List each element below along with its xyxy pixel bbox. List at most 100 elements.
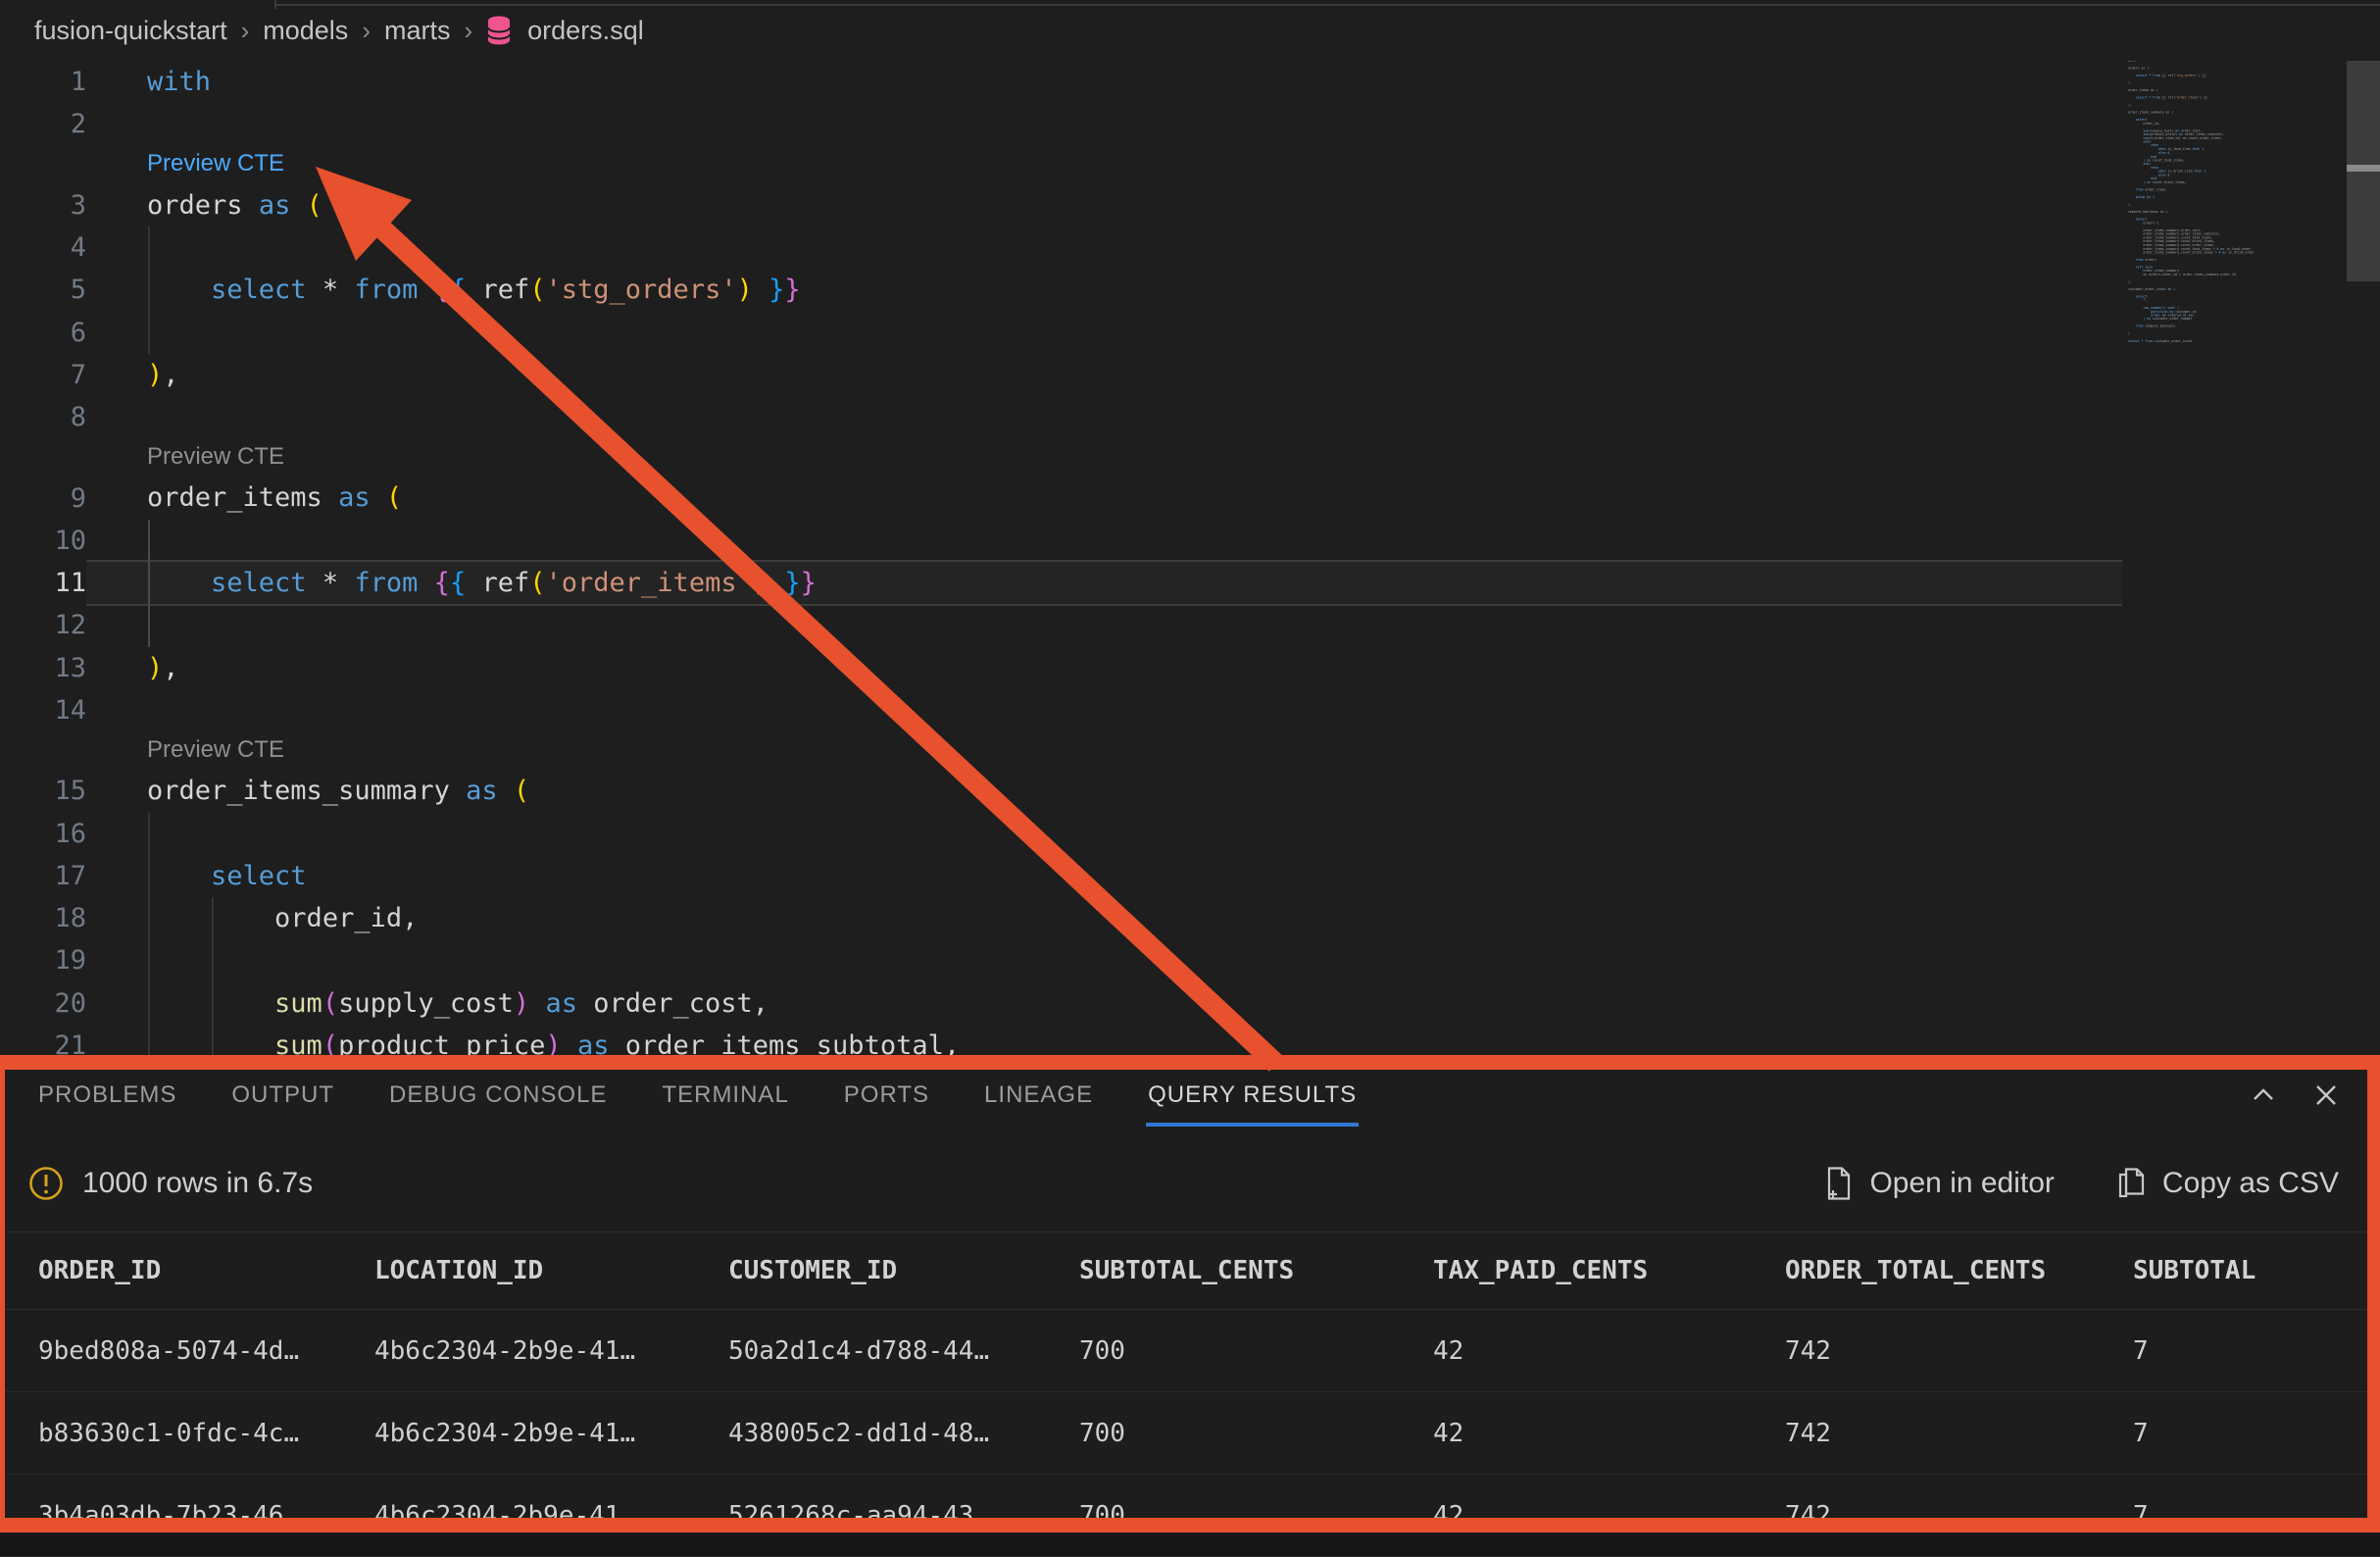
table-cell: 4b6c2304-2b9e-41 [374, 1501, 728, 1531]
code-token [147, 275, 211, 305]
code-line[interactable]: order_id, [86, 897, 2380, 939]
code-token [609, 1030, 624, 1055]
code-token: 'stg_orders' [546, 275, 737, 305]
code-token: 'order_items' [546, 568, 753, 598]
panel-tab-label: OUTPUT [231, 1081, 334, 1109]
table-cell: 7 [2133, 1336, 2380, 1366]
breadcrumb-separator-icon: › [241, 16, 250, 46]
scrollbar-marker [2347, 165, 2380, 172]
query-results-statusbar: 1000 rows in 6.7s Open in editor [0, 1135, 2380, 1231]
breadcrumb-segment[interactable]: marts [384, 16, 451, 46]
line-number: 14 [0, 695, 86, 726]
line-number: 21 [0, 1030, 86, 1055]
code-line[interactable]: select [86, 855, 2380, 897]
table-row[interactable]: 3b4a03db-7b23-464b6c2304-2b9e-415261268c… [0, 1475, 2380, 1557]
code-token [290, 190, 306, 221]
code-token: product_price [338, 1030, 545, 1055]
code-token: select [211, 275, 307, 305]
line-number: 15 [0, 776, 86, 806]
code-line[interactable]: orders as ( [86, 184, 2380, 226]
code-token: ( [529, 568, 545, 598]
chevron-up-icon[interactable] [2249, 1080, 2278, 1110]
code-token: ( [307, 190, 322, 221]
code-line[interactable]: select * from {{ ref('stg_orders') }} [86, 269, 2380, 311]
table-cell: 700 [1079, 1419, 1433, 1448]
code-token: sum [274, 988, 322, 1019]
code-token: ( [514, 776, 529, 806]
copy-as-csv-label: Copy as CSV [2162, 1167, 2339, 1200]
table-header-row: ORDER_IDLOCATION_IDCUSTOMER_IDSUBTOTAL_C… [0, 1231, 2380, 1310]
code-line[interactable]: ), [86, 647, 2380, 689]
column-header: TAX_PAID_CENTS [1433, 1256, 1785, 1285]
panel-tab-lineage[interactable]: LINEAGE [984, 1055, 1093, 1135]
panel-tab-query-results[interactable]: QUERY RESULTS [1148, 1055, 1357, 1135]
close-icon[interactable] [2311, 1080, 2341, 1110]
code-token: as [259, 190, 291, 221]
panel-tab-label: PORTS [844, 1081, 929, 1109]
code-token: order_id, [274, 903, 418, 933]
code-token [338, 275, 354, 305]
code-token [466, 568, 481, 598]
query-results-table: ORDER_IDLOCATION_IDCUSTOMER_IDSUBTOTAL_C… [0, 1231, 2380, 1557]
panel-tab-output[interactable]: OUTPUT [231, 1055, 334, 1135]
code-line[interactable]: order_items as ( [86, 477, 2380, 519]
minimap[interactable]: with orders as ( select * from {{ ref('s… [2122, 61, 2347, 1055]
code-token [498, 776, 514, 806]
code-token [322, 482, 338, 513]
code-token: as [577, 1030, 610, 1055]
table-row[interactable]: b83630c1-0fdc-4c…4b6c2304-2b9e-41…438005… [0, 1392, 2380, 1475]
line-number: 7 [0, 360, 86, 390]
code-token: with [147, 67, 211, 97]
code-token: orders [147, 190, 243, 221]
panel-tab-debug-console[interactable]: DEBUG CONSOLE [389, 1055, 607, 1135]
line-number: 9 [0, 483, 86, 514]
line-number: 5 [0, 275, 86, 305]
code-token [371, 482, 386, 513]
code-lens-preview-cte[interactable]: Preview CTE [147, 150, 284, 176]
code-line[interactable]: sum(product_price) as order_items_subtot… [86, 1025, 2380, 1055]
table-row[interactable]: 9bed808a-5074-4d…4b6c2304-2b9e-41…50a2d1… [0, 1310, 2380, 1392]
line-number: 19 [0, 945, 86, 976]
panel-tab-bar: PROBLEMS OUTPUT DEBUG CONSOLE TERMINAL PORTS… [0, 1055, 2380, 1135]
row-count-status: 1000 rows in 6.7s [82, 1167, 313, 1200]
breadcrumb-file[interactable]: orders.sql [527, 16, 644, 46]
active-tab-underline [1146, 1123, 1359, 1127]
breadcrumb-segment[interactable]: fusion-quickstart [34, 16, 227, 46]
code-token [577, 988, 593, 1019]
table-cell: 742 [1785, 1501, 2133, 1531]
code-token: supply_cost [338, 988, 514, 1019]
code-lens-preview-cte[interactable]: Preview CTE [147, 443, 284, 470]
code-token [450, 776, 466, 806]
breadcrumb: fusion-quickstart›models›marts› orders.s… [0, 0, 2380, 61]
code-line[interactable]: order_items_summary as ( [86, 770, 2380, 812]
code-token: ) [545, 1030, 561, 1055]
table-cell: 3b4a03db-7b23-46 [38, 1501, 374, 1531]
database-icon [486, 16, 512, 45]
breadcrumb-segment[interactable]: models [263, 16, 348, 46]
code-token: } [784, 275, 800, 305]
line-number: 20 [0, 988, 86, 1019]
code-lens-preview-cte[interactable]: Preview CTE [147, 736, 284, 763]
code-token: , [163, 360, 178, 390]
panel-tab-problems[interactable]: PROBLEMS [38, 1055, 176, 1135]
table-cell: 42 [1433, 1501, 1785, 1531]
open-in-editor-button[interactable]: Open in editor [1824, 1167, 2054, 1200]
code-token: ) [147, 653, 163, 683]
code-token: ) [514, 988, 529, 1019]
code-token [243, 190, 259, 221]
panel-tab-ports[interactable]: PORTS [844, 1055, 929, 1135]
code-token: * [322, 568, 338, 598]
code-line[interactable]: with [86, 61, 2380, 103]
code-token: ( [386, 482, 402, 513]
code-line[interactable]: select * from {{ ref('order_items') }} [86, 560, 2380, 606]
code-line[interactable]: ), [86, 354, 2380, 396]
line-number: 2 [0, 109, 86, 139]
panel-tab-terminal[interactable]: TERMINAL [662, 1055, 788, 1135]
code-editor[interactable]: 1with2Preview CTE3orders as (45 select *… [0, 61, 2380, 1055]
code-line[interactable]: sum(supply_cost) as order_cost, [86, 982, 2380, 1025]
copy-as-csv-button[interactable]: Copy as CSV [2117, 1167, 2339, 1200]
code-token: , [163, 653, 178, 683]
editor-scrollbar[interactable] [2347, 61, 2380, 1055]
copy-icon [2117, 1167, 2147, 1200]
code-token [769, 568, 784, 598]
